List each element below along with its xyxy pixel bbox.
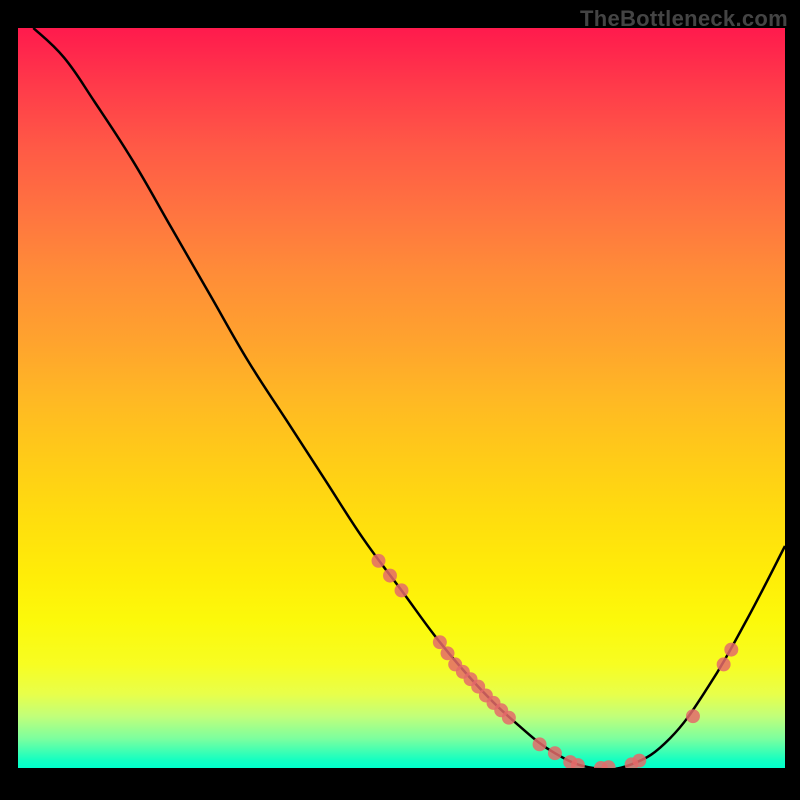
highlighted-points — [372, 554, 739, 768]
data-point — [632, 754, 646, 768]
chart-svg — [18, 28, 785, 768]
bottleneck-curve — [33, 28, 785, 768]
data-point — [724, 643, 738, 657]
plot-area — [15, 28, 785, 771]
curve-path — [33, 28, 785, 768]
data-point — [383, 569, 397, 583]
data-point — [372, 554, 386, 568]
data-point — [395, 583, 409, 597]
data-point — [502, 711, 516, 725]
chart-container: TheBottleneck.com — [0, 0, 800, 800]
data-point — [717, 657, 731, 671]
watermark-text: TheBottleneck.com — [580, 6, 788, 32]
data-point — [533, 737, 547, 751]
data-point — [602, 760, 616, 768]
data-point — [548, 746, 562, 760]
data-point — [686, 709, 700, 723]
